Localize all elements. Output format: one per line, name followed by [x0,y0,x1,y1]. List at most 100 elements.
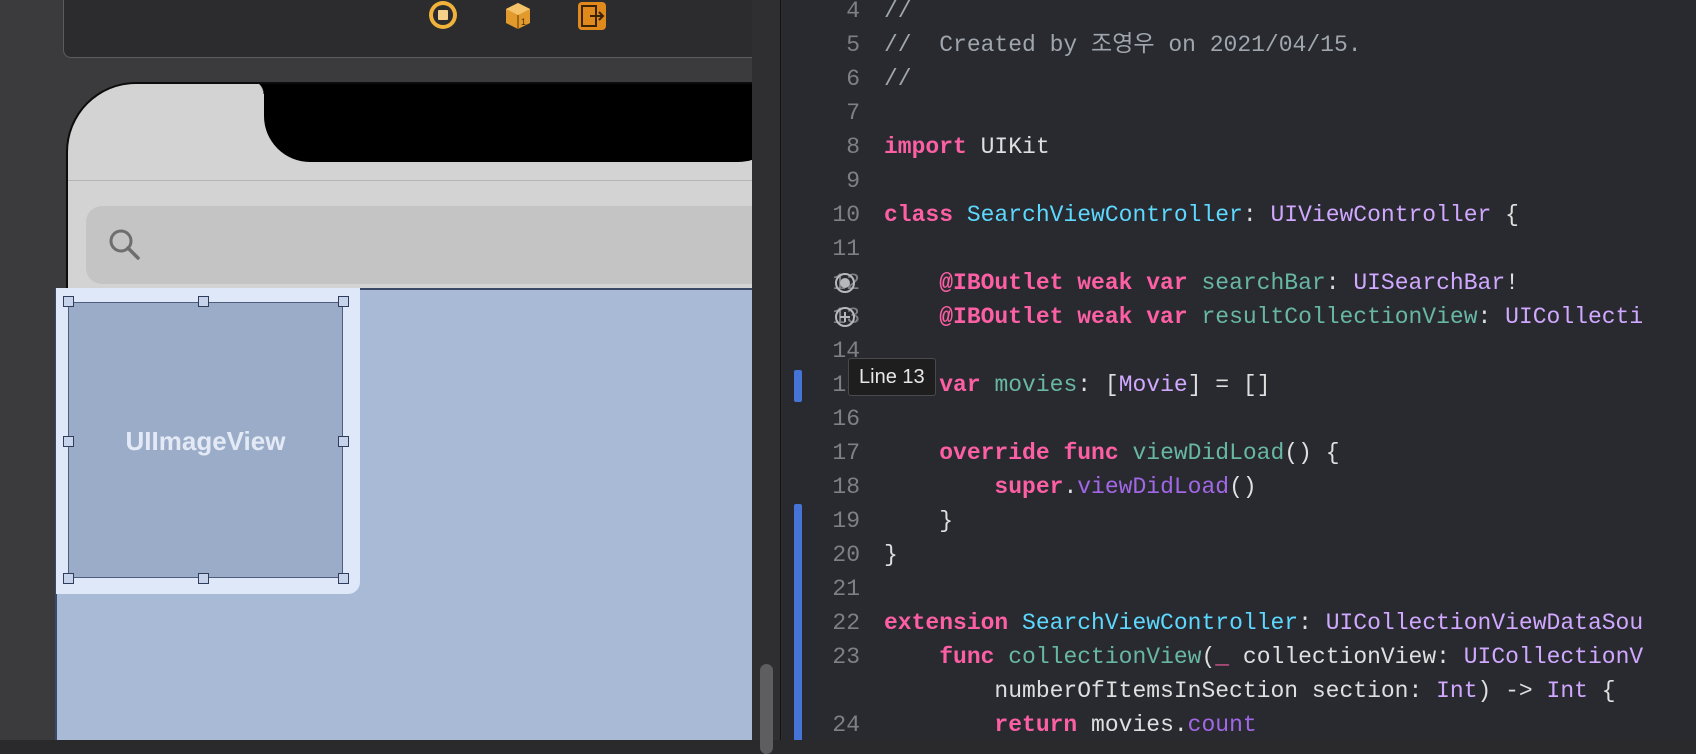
code-text: super.viewDidLoad() [884,470,1257,504]
canvas-scrollbar[interactable] [760,664,773,754]
code-token: ] = [] [1187,372,1271,398]
code-token: ! [1505,270,1519,296]
resize-handle-bottom-left[interactable] [63,573,74,584]
tooltip: Line 13 [848,358,936,396]
identifier: searchBar [1187,270,1326,296]
code-text: // [884,0,912,28]
resize-handle-bottom[interactable] [198,573,209,584]
line-number: 6 [846,66,860,92]
code-token: : [ [1077,372,1119,398]
code-line[interactable]: 7 [782,96,1696,130]
code-token: UIKit [966,134,1050,160]
image-view-label: UIImageView [125,426,286,456]
line-number: 18 [832,474,860,500]
type-name: Movie [1118,372,1188,398]
line-number: 23 [832,644,860,670]
resize-handle-right[interactable] [338,436,349,447]
keyword: @IBOutlet weak var [939,270,1188,296]
code-line[interactable]: 4 // [782,0,1696,28]
identifier: resultCollectionView [1187,304,1478,330]
interface-builder-canvas[interactable]: 1 UIImageView [0,0,752,740]
view-controller-icon[interactable] [429,1,457,29]
keyword: var [939,372,981,398]
code-text: override func viewDidLoad() { [884,436,1340,470]
code-line[interactable]: 6 // [782,62,1696,96]
keyword: return [994,712,1078,738]
code-line[interactable]: 11 [782,232,1696,266]
image-view[interactable]: UIImageView [68,302,343,578]
code-token: : [1242,202,1271,228]
resize-handle-top-right[interactable] [338,296,349,307]
svg-text:1: 1 [521,17,526,27]
keyword: _ [1215,644,1230,670]
code-line[interactable]: 18 super.viewDidLoad() [782,470,1696,504]
resize-handle-bottom-right[interactable] [338,573,349,584]
code-line[interactable]: 8 import UIKit [782,130,1696,164]
code-line[interactable]: 12 @IBOutlet weak var searchBar: UISearc… [782,266,1696,300]
outlet-connected-icon[interactable] [834,272,856,294]
exit-icon[interactable] [575,0,609,33]
code-line[interactable]: 16 [782,402,1696,436]
code-text: } [884,504,953,538]
code-token: : [1325,270,1354,296]
code-text: return movies.count [884,708,1256,740]
line-number: 21 [832,576,860,602]
code-text: func collectionView(_ collectionView: UI… [884,640,1643,674]
identifier: movies [980,372,1078,398]
device-notch [250,84,752,162]
type-name: UICollecti [1505,304,1644,330]
code-line[interactable]: 21 [782,572,1696,606]
code-line[interactable]: numberOfItemsInSection section: Int) -> … [782,674,1696,708]
code-token: // [884,0,912,24]
code-token: // [884,66,912,92]
code-token: ) -> [1477,678,1547,704]
code-token: collectionView: [1229,644,1464,670]
code-token: () [1229,474,1257,500]
type-name: UIViewController [1270,202,1492,228]
code-line[interactable]: 23 func collectionView(_ collectionView:… [782,640,1696,674]
code-line[interactable]: 22 extension SearchViewController: UIColl… [782,606,1696,640]
keyword: class [884,202,954,228]
code-line[interactable]: 17 override func viewDidLoad() { [782,436,1696,470]
line-number: 11 [832,236,860,262]
search-bar[interactable] [86,206,752,284]
first-responder-icon[interactable]: 1 [501,0,535,33]
keyword: import [884,134,967,160]
search-icon [109,229,140,260]
line-number: 24 [832,712,860,738]
resize-handle-left[interactable] [63,436,74,447]
code-token: Int [1546,678,1588,704]
line-number: 17 [832,440,860,466]
type-name: UICollectionV [1463,644,1644,670]
resize-handle-top-left[interactable] [63,296,74,307]
code-line[interactable]: 24 return movies.count [782,708,1696,740]
method-name: viewDidLoad [1077,474,1230,500]
split-divider[interactable] [752,0,782,754]
identifier: viewDidLoad [1118,440,1285,466]
keyword: @IBOutlet weak var [939,304,1188,330]
code-token: // Created by 조영우 on 2021/04/15. [884,32,1362,58]
code-line[interactable]: 9 [782,164,1696,198]
scene-dock: 1 [63,0,752,58]
line-number: 10 [832,202,860,228]
keyword: override func [939,440,1119,466]
resize-handle-top[interactable] [198,296,209,307]
code-line[interactable]: 13 @IBOutlet weak var resultCollectionVi… [782,300,1696,334]
code-line[interactable]: 20} [782,538,1696,572]
type-name: UISearchBar [1353,270,1506,296]
identifier: collectionView [994,644,1202,670]
code-line[interactable]: 10 class SearchViewController: UIViewCont… [782,198,1696,232]
code-token: } [884,508,954,534]
code-token: Int [1436,678,1478,704]
code-line[interactable]: 5 // Created by 조영우 on 2021/04/15. [782,28,1696,62]
code-text: var movies: [Movie] = [] [884,368,1271,402]
code-token: () { [1284,440,1340,466]
code-text: // Created by 조영우 on 2021/04/15. [884,28,1362,62]
outlet-add-icon[interactable] [834,306,856,328]
code-line[interactable]: 19 } [782,504,1696,538]
code-text: // [884,62,912,96]
